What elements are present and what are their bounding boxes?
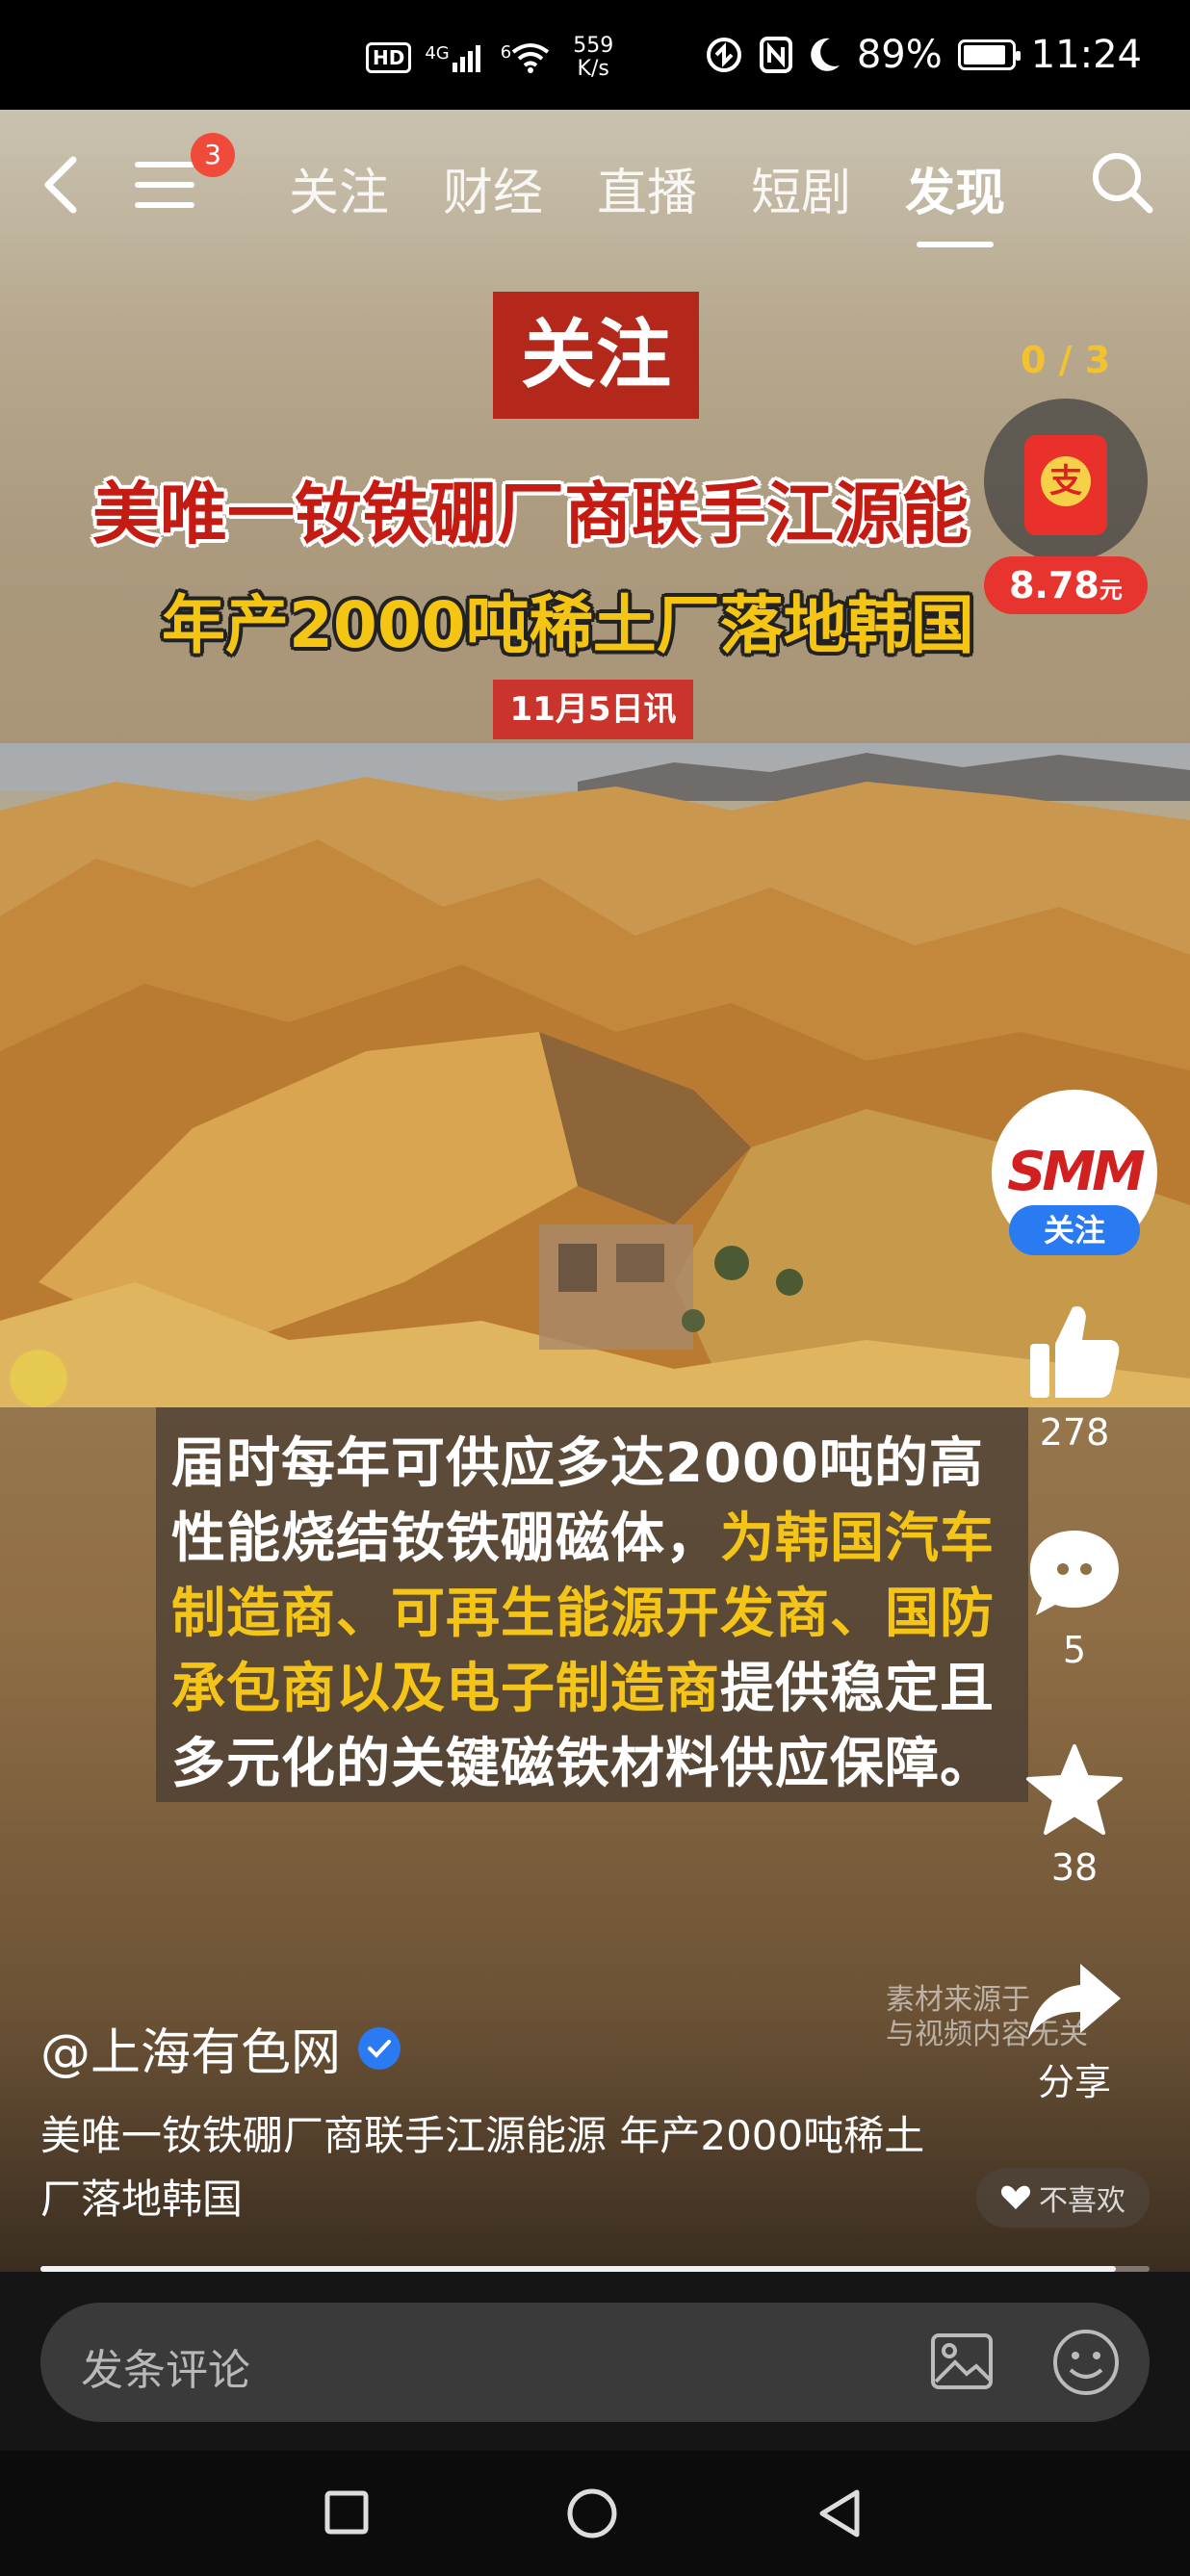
nav-tabs: 关注 财经 直播 短剧 发现	[289, 152, 1005, 247]
search-icon[interactable]	[1090, 150, 1153, 214]
screen: { "status_bar": { "network_speed_value":…	[0, 0, 1190, 2576]
red-envelope-icon[interactable]: 支	[1024, 435, 1107, 535]
share-label: 分享	[1037, 2061, 1111, 2103]
thumbs-up-icon	[1030, 1306, 1120, 1398]
video-date-tag: 11月5日讯	[493, 680, 693, 739]
comment-bubble-icon	[1030, 1531, 1119, 1615]
menu-notification-badge: 3	[191, 133, 235, 177]
red-packet-progress: 0 / 3	[1021, 339, 1111, 381]
heart-icon	[1000, 2185, 1031, 2209]
clock: 11:24	[1030, 33, 1142, 77]
avatar-logo: SMM	[1007, 1141, 1146, 1203]
comment-button[interactable]: 5	[1007, 1527, 1142, 1671]
video-headline-line2: 年产2000吨稀土厂落地韩国	[162, 588, 974, 662]
comment-count: 5	[1062, 1629, 1087, 1671]
comment-placeholder: 发条评论	[81, 2346, 250, 2395]
tab-discover[interactable]: 发现	[905, 152, 1005, 247]
red-packet-amount[interactable]: 8.78元	[984, 556, 1148, 614]
video-subtitle-box: 届时每年可供应多达2000吨的高性能烧结钕铁硼磁体，为韩国汽车制造商、可再生能源…	[156, 1407, 1028, 1802]
back-arrow-icon[interactable]	[39, 154, 83, 216]
like-count: 278	[1039, 1411, 1110, 1454]
dislike-label: 不喜欢	[1039, 2184, 1125, 2218]
recent-apps-icon[interactable]	[323, 2489, 370, 2536]
red-packet-amount-value: 8.78	[1009, 564, 1099, 606]
network-speed: 559 K/s	[573, 35, 613, 81]
verified-icon	[358, 2026, 401, 2070]
system-navigation-bar	[0, 2451, 1190, 2576]
source-note-line2: 与视频内容无关	[886, 2018, 1088, 2051]
image-icon[interactable]	[928, 2328, 996, 2395]
signal-label: 4G	[425, 43, 450, 64]
favorite-count: 38	[1050, 1846, 1099, 1889]
network-speed-value: 559	[573, 34, 614, 58]
home-icon[interactable]	[566, 2487, 618, 2539]
like-button[interactable]: 278	[1007, 1301, 1142, 1454]
follow-button[interactable]: 关注	[1009, 1205, 1140, 1255]
wifi-icon: 6	[501, 42, 550, 73]
data-saver-icon	[706, 38, 741, 72]
tab-follow[interactable]: 关注	[289, 152, 389, 224]
back-triangle-icon[interactable]	[816, 2487, 863, 2539]
source-note: 素材来源于 与视频内容无关	[886, 1983, 1088, 2052]
battery-fill	[963, 45, 1005, 64]
tab-live[interactable]: 直播	[597, 152, 697, 224]
post-description[interactable]: 美唯一钕铁硼厂商联手江源能源 年产2000吨稀土厂落地韩国	[40, 2104, 965, 2231]
author-name-row[interactable]: @上海有色网	[40, 2012, 401, 2084]
cellular-signal-icon: 4G	[425, 43, 486, 72]
author-name[interactable]: @上海有色网	[40, 2012, 341, 2084]
status-left-icons: HD 4G 6 559 K/s	[366, 35, 613, 81]
red-envelope-glyph: 支	[1041, 456, 1091, 506]
favorite-button[interactable]: 38	[1007, 1742, 1142, 1889]
star-icon	[1026, 1744, 1123, 1835]
status-right-icons: 89% 11:24	[705, 33, 1142, 77]
dislike-button[interactable]: 不喜欢	[976, 2168, 1150, 2228]
tab-finance[interactable]: 财经	[443, 152, 543, 224]
network-speed-unit: K/s	[577, 57, 609, 81]
emoji-icon[interactable]	[1051, 2328, 1121, 2397]
status-bar: HD 4G 6 559 K/s 89% 11:24	[0, 0, 1190, 110]
red-packet-amount-unit: 元	[1099, 577, 1123, 604]
moon-icon	[811, 38, 840, 71]
menu-icon[interactable]	[135, 160, 194, 210]
source-note-line1: 素材来源于	[886, 1983, 1030, 2017]
battery-icon	[957, 39, 1021, 70]
video-follow-banner: 关注	[493, 292, 699, 419]
wifi-label: 6	[500, 42, 512, 63]
video-subtitle-text: 届时每年可供应多达2000吨的高性能烧结钕铁硼磁体，为韩国汽车制造商、可再生能源…	[171, 1427, 1013, 1802]
video-headline-line1: 美唯一钕铁硼厂商联手江源能	[92, 475, 969, 554]
battery-percent: 89%	[856, 33, 943, 77]
hd-icon: HD	[366, 42, 412, 73]
tab-short-drama[interactable]: 短剧	[751, 152, 851, 224]
nfc-icon	[759, 37, 792, 73]
